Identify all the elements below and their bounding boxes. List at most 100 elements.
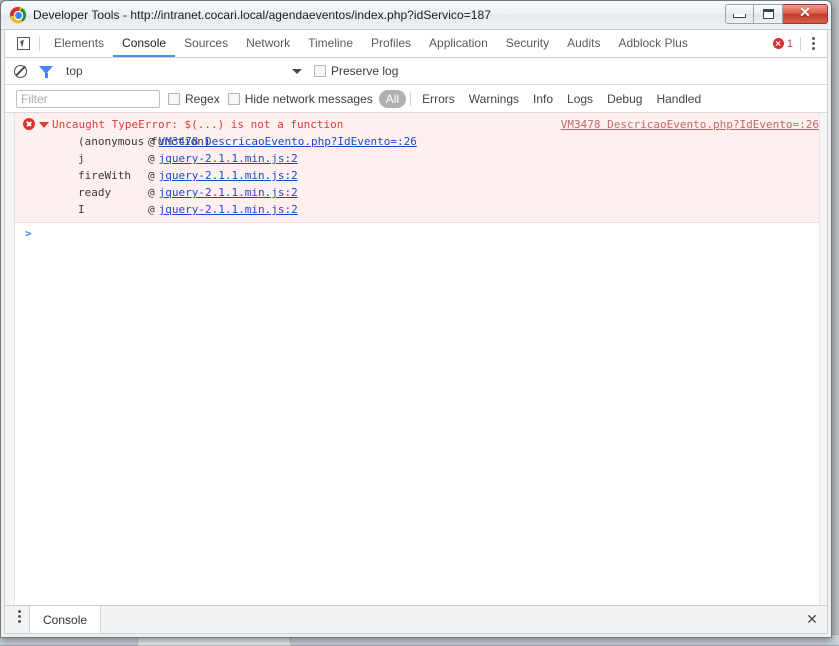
stack-frame-row: ready @ jquery-2.1.1.min.js:2 bbox=[15, 184, 827, 201]
error-count-label: 1 bbox=[786, 37, 793, 50]
error-count-badge[interactable]: 1 bbox=[772, 37, 800, 50]
level-filter-handled[interactable]: Handled bbox=[649, 90, 708, 108]
error-circle-icon bbox=[772, 38, 784, 49]
stack-frame-row: I @ jquery-2.1.1.min.js:2 bbox=[15, 201, 827, 218]
level-filter-all[interactable]: All bbox=[378, 89, 407, 108]
level-filter-errors[interactable]: Errors bbox=[415, 90, 462, 108]
execution-context-value: top bbox=[66, 64, 83, 78]
console-prompt[interactable]: > bbox=[15, 223, 827, 240]
window-title: Developer Tools - http://intranet.cocari… bbox=[33, 8, 491, 22]
kebab-menu-icon[interactable] bbox=[803, 34, 823, 54]
console-message-area: Uncaught TypeError: $(...) is not a func… bbox=[5, 113, 827, 605]
tab-elements[interactable]: Elements bbox=[45, 30, 113, 57]
stack-frame-link[interactable]: jquery-2.1.1.min.js:2 bbox=[159, 202, 298, 217]
kebab-dot bbox=[811, 37, 815, 40]
filter-divider bbox=[410, 91, 412, 106]
drawer-kebab-menu-icon[interactable] bbox=[9, 606, 29, 626]
stack-frame-row: j @ jquery-2.1.1.min.js:2 bbox=[15, 150, 827, 167]
close-icon: ✕ bbox=[799, 5, 811, 21]
filter-input[interactable] bbox=[16, 89, 160, 108]
console-options-toolbar: top Preserve log bbox=[5, 58, 827, 85]
stack-frame-at: @ bbox=[148, 135, 155, 148]
funnel-filter-icon[interactable] bbox=[39, 65, 53, 78]
tab-security[interactable]: Security bbox=[497, 30, 558, 57]
inspect-cursor-icon bbox=[17, 37, 30, 50]
title-bar: Developer Tools - http://intranet.cocari… bbox=[1, 1, 831, 30]
kebab-dot bbox=[17, 614, 21, 618]
stack-frame-function: fireWith bbox=[78, 169, 131, 182]
console-scrollbar[interactable] bbox=[819, 113, 827, 605]
console-messages: Uncaught TypeError: $(...) is not a func… bbox=[15, 113, 827, 605]
chevron-down-icon bbox=[292, 68, 302, 74]
kebab-dot bbox=[811, 47, 815, 50]
drawer-close-icon[interactable]: ✕ bbox=[797, 606, 827, 633]
maximize-icon bbox=[762, 8, 774, 19]
tab-adblock-plus[interactable]: Adblock Plus bbox=[609, 30, 696, 57]
stack-frame-function: j bbox=[78, 152, 85, 165]
tab-sources[interactable]: Sources bbox=[175, 30, 237, 57]
prompt-chevron-icon: > bbox=[25, 227, 32, 240]
disclosure-triangle-icon[interactable] bbox=[39, 122, 49, 128]
stack-frame-link[interactable]: jquery-2.1.1.min.js:2 bbox=[159, 168, 298, 183]
kebab-dot bbox=[17, 619, 21, 623]
maximize-button[interactable] bbox=[754, 3, 783, 24]
tab-network[interactable]: Network bbox=[237, 30, 299, 57]
error-message-text: Uncaught TypeError: $(...) is not a func… bbox=[52, 118, 344, 131]
preserve-log-toggle[interactable]: Preserve log bbox=[314, 64, 398, 78]
panel-toolbar: Elements Console Sources Network Timelin… bbox=[5, 30, 827, 58]
hide-network-messages-label: Hide network messages bbox=[244, 91, 373, 106]
stack-frame-row: fireWith @ jquery-2.1.1.min.js:2 bbox=[15, 167, 827, 184]
clear-console-icon[interactable] bbox=[14, 64, 27, 78]
tab-timeline[interactable]: Timeline bbox=[299, 30, 362, 57]
tab-profiles[interactable]: Profiles bbox=[362, 30, 420, 57]
stack-frame-at: @ bbox=[148, 152, 155, 165]
preserve-log-checkbox[interactable] bbox=[314, 65, 326, 77]
hide-network-messages-toggle[interactable]: Hide network messages bbox=[227, 91, 373, 106]
drawer-footer: Console ✕ bbox=[5, 605, 827, 633]
tab-application[interactable]: Application bbox=[420, 30, 497, 57]
preserve-log-label: Preserve log bbox=[331, 64, 399, 78]
regex-checkbox[interactable] bbox=[168, 92, 180, 105]
tab-audits[interactable]: Audits bbox=[558, 30, 609, 57]
console-error-message[interactable]: Uncaught TypeError: $(...) is not a func… bbox=[15, 113, 827, 223]
regex-toggle[interactable]: Regex bbox=[168, 92, 220, 106]
stack-frame-link[interactable]: jquery-2.1.1.min.js:2 bbox=[159, 151, 298, 166]
drawer-tab-console[interactable]: Console bbox=[29, 606, 102, 633]
toolbar-divider bbox=[800, 36, 801, 51]
stack-frame-at: @ bbox=[148, 169, 155, 182]
level-filter-warnings[interactable]: Warnings bbox=[462, 90, 526, 108]
error-header-row: Uncaught TypeError: $(...) is not a func… bbox=[15, 116, 827, 133]
console-filter-toolbar: Regex Hide network messages All Errors W… bbox=[5, 85, 827, 113]
stack-frame-link[interactable]: jquery-2.1.1.min.js:2 bbox=[159, 185, 298, 200]
level-filter-logs[interactable]: Logs bbox=[560, 90, 600, 108]
window-controls: ✕ bbox=[725, 3, 828, 24]
stack-frame-link[interactable]: VM3478 DescricaoEvento.php?IdEvento=:26 bbox=[159, 134, 417, 149]
stack-frame-function: ready bbox=[78, 186, 112, 199]
level-filter-info[interactable]: Info bbox=[526, 90, 560, 108]
devtools-root: Elements Console Sources Network Timelin… bbox=[4, 30, 828, 634]
execution-context-selector[interactable]: top bbox=[66, 64, 306, 78]
minimize-icon bbox=[733, 14, 746, 18]
stack-frame-function: (anonymous function) bbox=[78, 135, 211, 148]
close-window-button[interactable]: ✕ bbox=[783, 3, 828, 24]
regex-label: Regex bbox=[185, 91, 220, 106]
toolbar-right-group: 1 bbox=[772, 30, 827, 57]
minimize-button[interactable] bbox=[725, 3, 754, 24]
panel-tab-list: Elements Console Sources Network Timelin… bbox=[45, 30, 697, 57]
error-source-link[interactable]: VM3478 DescricaoEvento.php?IdEvento=:26 bbox=[561, 117, 819, 132]
log-level-filters: All Errors Warnings Info Logs Debug Hand… bbox=[378, 89, 708, 108]
tab-console[interactable]: Console bbox=[113, 30, 176, 57]
chrome-logo-icon bbox=[10, 7, 26, 23]
toolbar-divider bbox=[39, 36, 40, 51]
inspect-element-button[interactable] bbox=[9, 30, 38, 57]
kebab-dot bbox=[811, 42, 815, 45]
kebab-dot bbox=[17, 609, 21, 613]
stack-frame-function: I bbox=[78, 203, 85, 216]
hide-network-messages-checkbox[interactable] bbox=[227, 92, 240, 105]
error-circle-icon bbox=[23, 118, 35, 130]
stack-frame-row: (anonymous function) @ VM3478 DescricaoE… bbox=[15, 133, 827, 150]
devtools-window: Developer Tools - http://intranet.cocari… bbox=[0, 0, 832, 638]
stack-frame-at: @ bbox=[148, 203, 155, 216]
level-filter-debug[interactable]: Debug bbox=[600, 90, 649, 108]
console-left-gutter bbox=[5, 113, 15, 605]
